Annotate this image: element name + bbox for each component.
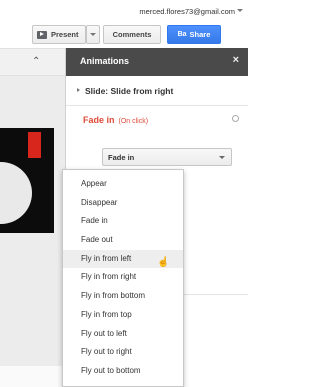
menu-item-fly-out-to-bottom[interactable]: Fly out to bottom (63, 362, 183, 381)
share-button[interactable]: Ba Share (167, 25, 221, 44)
animation-item-title: Fade in (On click) (83, 115, 148, 125)
expand-arrow-icon[interactable] (77, 88, 80, 92)
animation-name: Fade in (83, 115, 115, 125)
animation-item-row[interactable]: Fade in (On click) (66, 106, 248, 134)
menu-item-fly-in-from-left[interactable]: Fly in from left ☝ (63, 249, 183, 269)
slide-transition-label: Slide: Slide from right (85, 86, 174, 96)
effect-select-value: Fade in (108, 153, 135, 162)
comments-button-label: Comments (112, 30, 152, 39)
menu-item-fly-in-from-right[interactable]: Fly in from right (63, 268, 183, 287)
slide-circle-shape (0, 162, 32, 224)
filmstrip-toolbar: ⌃ (0, 48, 65, 76)
present-button[interactable]: Present (32, 25, 86, 44)
account-email[interactable]: merced.flores73@gmail.com (139, 7, 235, 16)
menu-item-fade-out[interactable]: Fade out (63, 231, 183, 250)
menu-item-fly-out-to-left[interactable]: Fly out to left (63, 325, 183, 344)
menu-item-appear[interactable]: Appear (63, 175, 183, 194)
present-options-dropdown[interactable] (86, 25, 100, 44)
slide-transition-row[interactable]: Slide: Slide from right (66, 76, 248, 106)
comments-button[interactable]: Comments (103, 25, 161, 44)
menu-item-fly-in-from-bottom[interactable]: Fly in from bottom (63, 287, 183, 306)
slide-red-shape (28, 132, 41, 158)
menu-item-label: Fly in from left (81, 253, 132, 263)
speaker-notes-area[interactable] (0, 366, 65, 387)
collapse-icon[interactable]: ⌃ (32, 56, 40, 67)
animations-panel-header: Animations × (66, 48, 248, 76)
menu-item-disappear[interactable]: Disappear (63, 194, 183, 213)
slide-thumbnail[interactable] (0, 128, 54, 233)
remove-animation-icon[interactable] (232, 115, 239, 122)
chevron-down-icon (219, 156, 225, 159)
animation-effect-select[interactable]: Fade in (102, 148, 232, 166)
present-play-icon (37, 30, 47, 39)
menu-item-fade-in[interactable]: Fade in (63, 212, 183, 231)
share-button-label: Share (189, 30, 211, 39)
animation-trigger: (On click) (118, 118, 149, 125)
account-menu-caret-icon[interactable] (237, 9, 243, 12)
slide-canvas[interactable] (0, 76, 65, 387)
app-header: merced.flores73@gmail.com Present Commen… (0, 0, 247, 48)
effect-dropdown-menu: Appear Disappear Fade in Fade out Fly in… (62, 169, 184, 387)
panel-title: Animations (80, 56, 130, 66)
share-people-icon: Ba (177, 31, 187, 38)
menu-item-fly-in-from-top[interactable]: Fly in from top (63, 306, 183, 325)
menu-item-fly-out-to-right[interactable]: Fly out to right (63, 343, 183, 362)
present-button-label: Present (51, 30, 79, 39)
close-icon[interactable]: × (233, 54, 239, 66)
